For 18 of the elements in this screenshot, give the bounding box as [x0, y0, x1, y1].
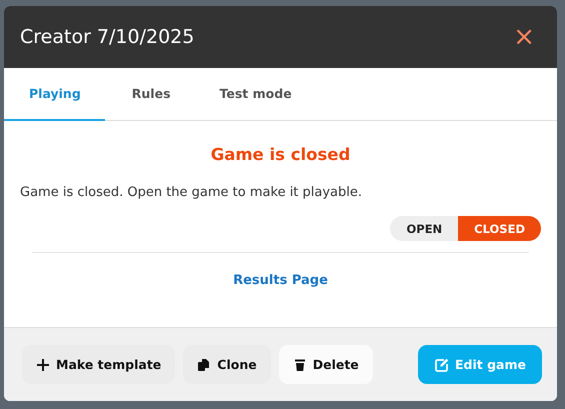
close-button[interactable]: × — [513, 24, 535, 50]
tab[interactable]: Playing — [4, 68, 105, 121]
action-button[interactable]: Make template — [22, 345, 176, 384]
copy-icon — [197, 358, 212, 372]
window-title: Creator 7/10/2025 — [20, 26, 194, 48]
tab[interactable]: Test mode — [194, 68, 314, 121]
plus-icon — [36, 358, 50, 372]
toggle-option[interactable]: OPEN — [390, 216, 458, 241]
trash-icon — [292, 358, 307, 372]
toggle-option[interactable]: CLOSED — [458, 216, 541, 241]
edit-icon — [435, 358, 450, 372]
action-button[interactable]: Delete — [278, 345, 373, 384]
results-page-link[interactable]: Results Page — [233, 273, 328, 288]
action-button[interactable]: Clone — [183, 345, 271, 384]
status-heading: Game is closed — [210, 145, 352, 164]
open-closed-toggle[interactable]: OPEN CLOSED — [390, 216, 541, 241]
tab[interactable]: Rules — [106, 68, 193, 121]
status-message: Game is closed. Open the game to make it playable. — [20, 185, 364, 200]
